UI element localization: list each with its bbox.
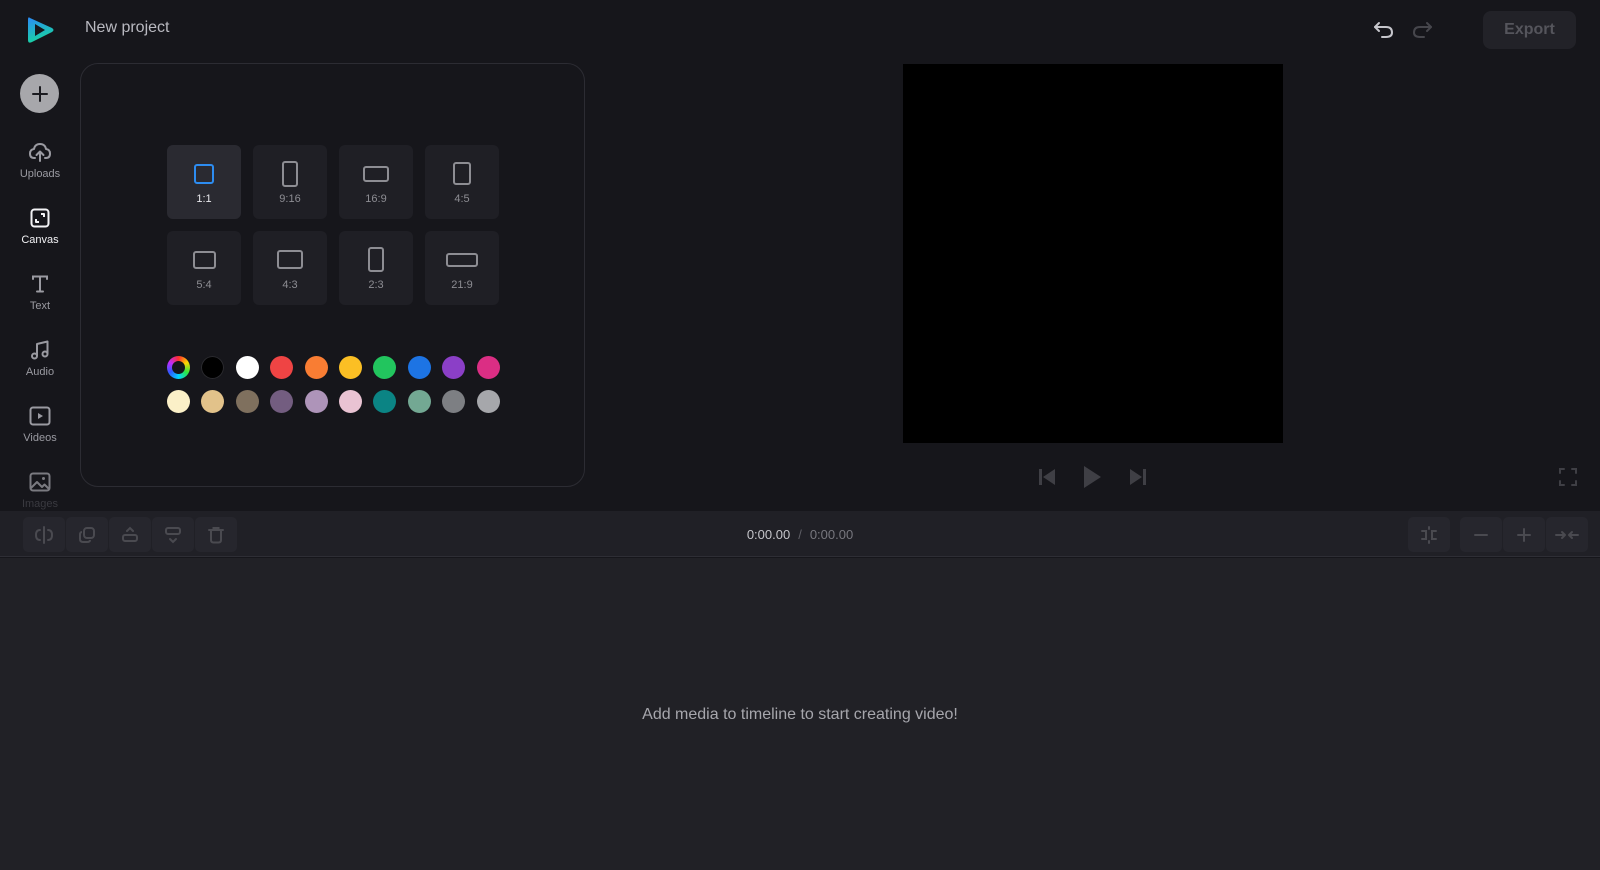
- color-swatch[interactable]: [373, 390, 397, 413]
- color-swatch[interactable]: [304, 356, 328, 379]
- plus-icon: [31, 85, 48, 102]
- color-swatch[interactable]: [201, 356, 225, 379]
- color-swatch[interactable]: [373, 356, 397, 379]
- sidebar-item-uploads[interactable]: Uploads: [0, 140, 80, 196]
- ratio-option-21-9[interactable]: 21:9: [425, 231, 499, 305]
- ratio-option-4-3[interactable]: 4:3: [253, 231, 327, 305]
- ratio-label: 1:1: [196, 192, 212, 205]
- skip-forward-icon: [1130, 469, 1146, 485]
- timeline-empty-message: Add media to timeline to start creating …: [642, 706, 958, 723]
- color-swatch[interactable]: [167, 390, 190, 413]
- background-color-swatches: [167, 356, 500, 413]
- redo-button[interactable]: [1410, 18, 1434, 42]
- minus-icon: [1474, 533, 1488, 536]
- time-separator: /: [798, 527, 802, 542]
- undo-icon: [1374, 22, 1393, 38]
- ratio-label: 5:4: [196, 278, 212, 291]
- current-time: 0:00.00: [746, 527, 791, 542]
- color-swatch[interactable]: [476, 390, 500, 413]
- video-play-icon: [28, 404, 52, 428]
- play-logo-icon: [28, 17, 54, 43]
- sidebar-item-label: Text: [29, 300, 51, 312]
- color-swatch[interactable]: [235, 356, 259, 379]
- skip-back-icon: [1039, 469, 1055, 485]
- app-logo[interactable]: [26, 14, 56, 46]
- sidebar-item-label: Uploads: [19, 168, 61, 180]
- project-title[interactable]: New project: [85, 19, 169, 37]
- ratio-option-4-5[interactable]: 4:5: [425, 145, 499, 219]
- color-swatch[interactable]: [442, 390, 466, 413]
- color-swatch[interactable]: [201, 390, 225, 413]
- skip-back-button[interactable]: [1035, 465, 1059, 489]
- ratio-portrait-icon: [368, 247, 384, 272]
- ratio-label: 16:9: [365, 192, 387, 205]
- time-readout: 0:00.00 / 0:00.00: [0, 527, 1600, 542]
- color-swatch[interactable]: [270, 356, 294, 379]
- ratio-landscape-icon: [363, 165, 389, 182]
- ratio-portrait-icon: [282, 160, 298, 187]
- ratio-landscape-icon: [277, 250, 303, 269]
- color-swatch[interactable]: [270, 390, 294, 413]
- ratio-wide-icon: [446, 252, 478, 267]
- ratio-option-5-4[interactable]: 5:4: [167, 231, 241, 305]
- sidebar-item-text[interactable]: Text: [0, 272, 80, 328]
- fit-to-screen-icon: [1555, 530, 1579, 539]
- sidebar-item-audio[interactable]: Audio: [0, 338, 80, 394]
- aspect-ratio-grid: 1:1 9:16 16:9 4:5 5:4 4:3 2:3 21:9: [167, 145, 499, 305]
- custom-color-picker[interactable]: [167, 356, 190, 379]
- undo-button[interactable]: [1372, 18, 1396, 42]
- plus-icon: [1517, 527, 1531, 542]
- redo-icon: [1413, 22, 1432, 38]
- snap-icon: [1421, 525, 1437, 544]
- canvas-settings-panel: 1:1 9:16 16:9 4:5 5:4 4:3 2:3 21:9: [80, 63, 585, 487]
- ratio-label: 9:16: [279, 192, 301, 205]
- fit-to-screen-button[interactable]: [1546, 517, 1588, 552]
- color-swatch[interactable]: [304, 390, 328, 413]
- ratio-landscape-icon: [192, 250, 216, 269]
- sidebar-item-canvas[interactable]: Canvas: [0, 206, 80, 262]
- zoom-out-button[interactable]: [1460, 517, 1502, 552]
- fullscreen-button[interactable]: [1556, 465, 1580, 489]
- ratio-portrait-icon: [453, 162, 471, 185]
- color-swatch[interactable]: [407, 390, 431, 413]
- music-note-icon: [28, 338, 52, 362]
- total-time: 0:00.00: [809, 527, 854, 542]
- color-swatch[interactable]: [235, 390, 259, 413]
- sidebar-item-images[interactable]: Images: [0, 470, 80, 510]
- ratio-label: 2:3: [368, 278, 384, 291]
- timeline-area[interactable]: Add media to timeline to start creating …: [0, 558, 1600, 870]
- ratio-option-2-3[interactable]: 2:3: [339, 231, 413, 305]
- sidebar-item-label: Videos: [23, 432, 57, 444]
- image-icon: [28, 470, 52, 494]
- play-icon: [1084, 466, 1101, 488]
- ratio-option-1-1[interactable]: 1:1: [167, 145, 241, 219]
- ratio-option-16-9[interactable]: 16:9: [339, 145, 413, 219]
- ratio-label: 21:9: [451, 278, 473, 291]
- ratio-square-icon: [194, 163, 214, 184]
- skip-forward-button[interactable]: [1126, 465, 1150, 489]
- text-icon: [28, 272, 52, 296]
- play-button[interactable]: [1080, 465, 1104, 489]
- color-swatch[interactable]: [407, 356, 431, 379]
- sidebar-item-videos[interactable]: Videos: [0, 404, 80, 460]
- zoom-in-button[interactable]: [1503, 517, 1545, 552]
- add-media-button[interactable]: [20, 74, 59, 113]
- sidebar-item-label: Canvas: [21, 234, 59, 246]
- video-preview-canvas[interactable]: [903, 64, 1283, 443]
- cloud-upload-icon: [28, 140, 52, 164]
- ratio-option-9-16[interactable]: 9:16: [253, 145, 327, 219]
- color-swatch[interactable]: [338, 390, 362, 413]
- ratio-label: 4:3: [282, 278, 298, 291]
- fullscreen-icon: [1559, 468, 1577, 486]
- sidebar-item-label: Images: [21, 498, 59, 510]
- sidebar-item-label: Audio: [25, 366, 55, 378]
- color-swatch[interactable]: [338, 356, 362, 379]
- timeline-toolbar: 0:00.00 / 0:00.00: [0, 511, 1600, 557]
- color-swatch[interactable]: [476, 356, 500, 379]
- snap-button[interactable]: [1408, 517, 1450, 552]
- canvas-resize-icon: [28, 206, 52, 230]
- export-button[interactable]: Export: [1483, 11, 1576, 49]
- ratio-label: 4:5: [454, 192, 470, 205]
- color-swatch[interactable]: [442, 356, 466, 379]
